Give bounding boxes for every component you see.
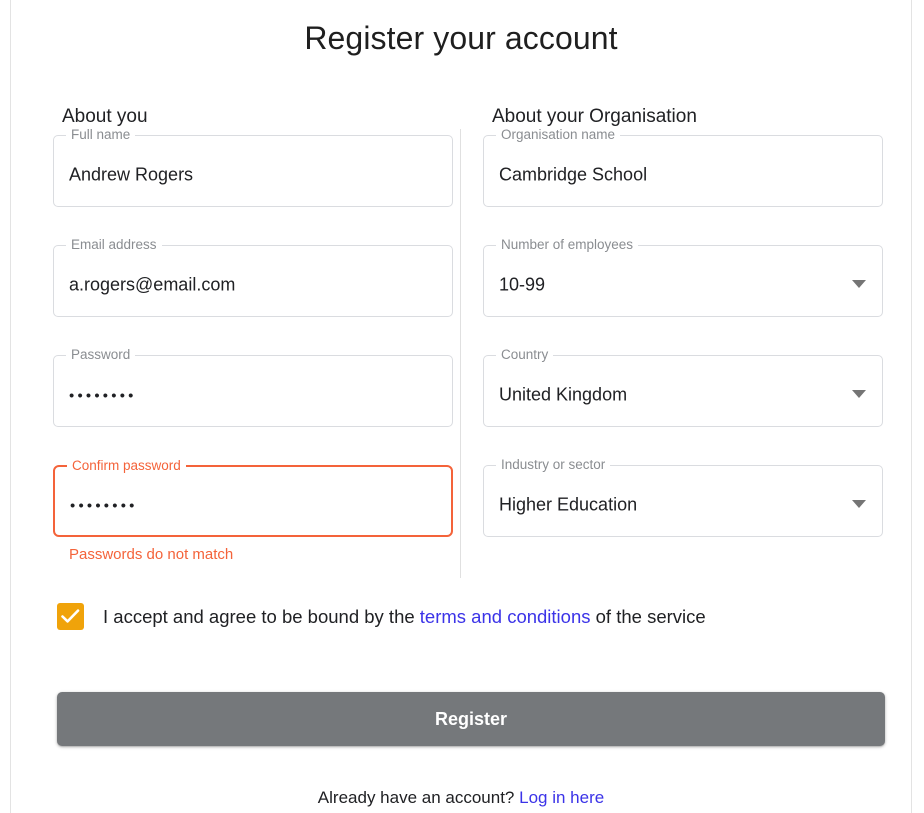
field-confirm-password[interactable]: Confirm password •••••••• Passwords do n…	[53, 458, 453, 564]
field-password[interactable]: Password ••••••••	[53, 347, 453, 427]
terms-label: I accept and agree to be bound by the te…	[103, 605, 706, 629]
about-you-column: About you Full name Andrew Rogers Email …	[53, 105, 453, 602]
field-confirm-password-value: ••••••••	[70, 497, 138, 515]
field-organisation-name-value: Cambridge School	[499, 164, 648, 185]
page-title: Register your account	[304, 20, 618, 56]
terms-row: I accept and agree to be bound by the te…	[57, 603, 706, 630]
column-divider	[460, 129, 461, 578]
field-country[interactable]: Country United Kingdom	[483, 347, 883, 427]
field-full-name-box[interactable]: Full name Andrew Rogers	[53, 127, 453, 207]
field-email-address-label: Email address	[66, 237, 162, 253]
footer: Already have an account? Log in here	[11, 787, 911, 809]
field-confirm-password-label: Confirm password	[67, 458, 186, 474]
chevron-down-icon[interactable]	[852, 280, 866, 288]
register-button[interactable]: Register	[57, 692, 885, 746]
log-in-link[interactable]: Log in here	[519, 788, 604, 807]
section-heading-about-organisation: About your Organisation	[492, 106, 697, 127]
field-industry-or-sector-label: Industry or sector	[496, 457, 611, 473]
chevron-down-icon[interactable]	[852, 500, 866, 508]
field-organisation-name[interactable]: Organisation name Cambridge School	[483, 127, 883, 207]
field-email-address-value: a.rogers@email.com	[69, 274, 236, 295]
registration-card: Register your account About you Full nam…	[10, 0, 912, 813]
field-industry-or-sector[interactable]: Industry or sector Higher Education	[483, 457, 883, 537]
field-confirm-password-error: Passwords do not match	[69, 546, 234, 563]
terms-checkbox[interactable]	[57, 603, 84, 630]
field-country-box[interactable]: Country United Kingdom	[483, 347, 883, 427]
field-number-of-employees-label: Number of employees	[496, 237, 639, 253]
terms-text-after: of the service	[595, 605, 706, 627]
field-password-value: ••••••••	[69, 387, 137, 405]
field-email-address-box[interactable]: Email address a.rogers@email.com	[53, 237, 453, 317]
field-country-value: United Kingdom	[499, 384, 628, 405]
field-full-name[interactable]: Full name Andrew Rogers	[53, 127, 453, 207]
terms-and-conditions-link[interactable]: terms and conditions	[420, 606, 591, 627]
footer-text: Already have an account?	[317, 788, 515, 807]
field-number-of-employees-value: 10-99	[499, 274, 546, 295]
field-organisation-name-label: Organisation name	[496, 127, 621, 143]
field-number-of-employees[interactable]: Number of employees 10-99	[483, 237, 883, 317]
field-email-address[interactable]: Email address a.rogers@email.com	[53, 237, 453, 317]
field-password-label: Password	[66, 347, 136, 363]
field-industry-or-sector-box[interactable]: Industry or sector Higher Education	[483, 457, 883, 537]
section-heading-about-you: About you	[62, 106, 148, 127]
about-organisation-column: About your Organisation Organisation nam…	[483, 105, 883, 575]
chevron-down-icon[interactable]	[852, 390, 866, 398]
field-number-of-employees-box[interactable]: Number of employees 10-99	[483, 237, 883, 317]
field-full-name-value: Andrew Rogers	[69, 164, 194, 185]
field-organisation-name-box[interactable]: Organisation name Cambridge School	[483, 127, 883, 207]
field-full-name-label: Full name	[66, 127, 136, 143]
field-password-box[interactable]: Password ••••••••	[53, 347, 453, 427]
terms-text-before: I accept and agree to be bound by the	[103, 605, 415, 627]
field-country-label: Country	[496, 347, 554, 363]
field-confirm-password-box[interactable]: Confirm password ••••••••	[53, 458, 453, 537]
field-industry-or-sector-value: Higher Education	[499, 494, 638, 515]
